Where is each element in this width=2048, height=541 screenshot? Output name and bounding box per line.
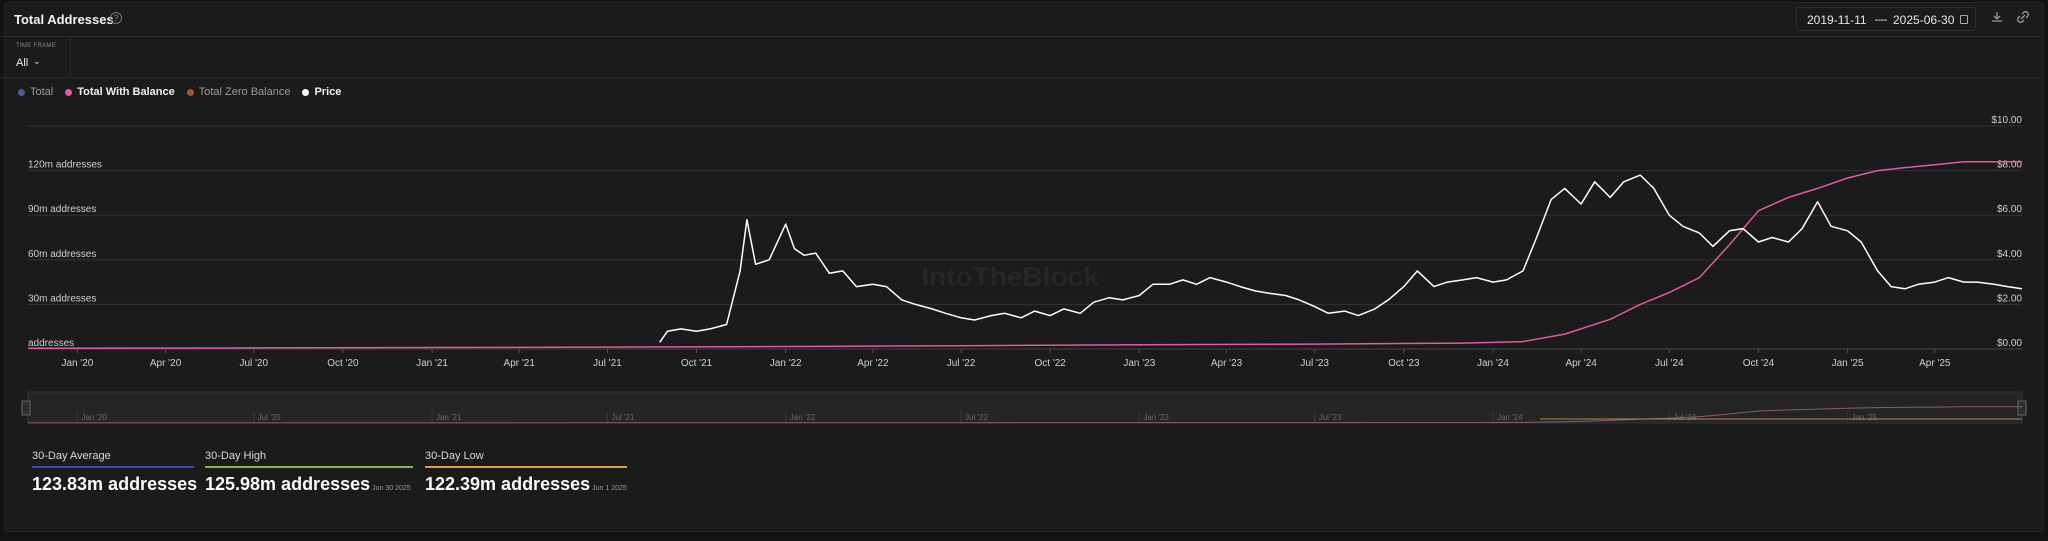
navigator-tick-label: Jul '23 xyxy=(1319,413,1342,422)
x-tick-label: Apr '21 xyxy=(504,358,536,369)
stat-30-day-high: 30-Day High 125.98m addresses Jun 30 2025 xyxy=(205,450,413,495)
navigator-tick-label: Jan '21 xyxy=(436,413,462,422)
y-left-tick-label: addresses xyxy=(28,338,74,349)
series-line-total-with-balance xyxy=(27,160,2022,350)
x-tick-label: Jan '20 xyxy=(61,358,93,369)
stat-bar xyxy=(32,466,194,468)
stat-30-day-average: 30-Day Average 123.83m addresses xyxy=(32,450,197,495)
stat-label: 30-Day High xyxy=(205,450,267,462)
x-tick-label: Jan '22 xyxy=(770,358,802,369)
stat-date: Jun 30 2025 xyxy=(372,485,411,492)
stat-value: 122.39m addresses Jun 1 2025 xyxy=(425,474,627,495)
navigator-track xyxy=(27,391,2023,424)
x-tick-label: Oct '21 xyxy=(681,358,713,369)
navigator-handle-right[interactable] xyxy=(2017,400,2027,416)
x-tick-label: Jan '24 xyxy=(1477,358,1509,369)
y-left-tick-label: 90m addresses xyxy=(28,204,96,215)
stat-value-text: 122.39m addresses xyxy=(425,474,591,494)
y-left-tick-label: 120m addresses xyxy=(28,160,102,171)
y-right-tick-label: $2.00 xyxy=(1997,293,2022,304)
x-tick-label: Jan '25 xyxy=(1832,358,1864,369)
navigator-tick-label: Jan '20 xyxy=(81,413,107,422)
x-tick-label: Jul '20 xyxy=(239,358,268,369)
chart-svg[interactable]: $0.00$2.00$4.00$6.00$8.00$10.00addresses… xyxy=(0,0,2048,440)
stat-label: 30-Day Low xyxy=(425,450,484,462)
y-right-tick-label: $10.00 xyxy=(1991,115,2022,126)
stat-bar xyxy=(205,466,413,468)
x-tick-label: Jul '23 xyxy=(1300,358,1329,369)
stat-value-text: 125.98m addresses xyxy=(205,474,371,494)
x-tick-label: Apr '20 xyxy=(150,358,182,369)
x-tick-label: Oct '23 xyxy=(1388,358,1420,369)
navigator-tick-label: Jan '24 xyxy=(1497,413,1523,422)
y-left-tick-label: 30m addresses xyxy=(28,293,96,304)
navigator-tick-label: Jul '22 xyxy=(965,413,988,422)
x-tick-label: Oct '24 xyxy=(1743,358,1775,369)
stat-bar xyxy=(425,466,627,468)
x-tick-label: Jan '23 xyxy=(1123,358,1155,369)
navigator-tick-label: Jul '21 xyxy=(611,413,634,422)
stat-date: Jun 1 2025 xyxy=(592,485,627,492)
stat-value: 123.83m addresses xyxy=(32,474,197,495)
x-tick-label: Oct '22 xyxy=(1035,358,1067,369)
stat-label: 30-Day Average xyxy=(32,450,111,462)
y-right-tick-label: $6.00 xyxy=(1997,204,2022,215)
series-line-price xyxy=(659,174,2023,343)
y-left-tick-label: 60m addresses xyxy=(28,249,96,260)
navigator-handle-left[interactable] xyxy=(21,400,31,416)
x-tick-label: Jan '21 xyxy=(416,358,448,369)
x-tick-label: Apr '25 xyxy=(1919,358,1951,369)
stat-value-text: 123.83m addresses xyxy=(32,474,198,494)
x-tick-label: Apr '22 xyxy=(857,358,889,369)
watermark: IntoTheBlock xyxy=(921,261,1099,292)
y-right-tick-label: $0.00 xyxy=(1997,338,2022,349)
navigator-tick-label: Jul '20 xyxy=(258,413,281,422)
y-right-tick-label: $4.00 xyxy=(1997,249,2022,260)
navigator-tick-label: Jan '22 xyxy=(790,413,816,422)
x-tick-label: Jul '21 xyxy=(593,358,622,369)
x-tick-label: Jul '24 xyxy=(1655,358,1684,369)
x-tick-label: Jul '22 xyxy=(947,358,976,369)
x-tick-label: Apr '24 xyxy=(1565,358,1597,369)
stat-30-day-low: 30-Day Low 122.39m addresses Jun 1 2025 xyxy=(425,450,627,495)
stat-value: 125.98m addresses Jun 30 2025 xyxy=(205,474,413,495)
navigator-tick-label: Jan '25 xyxy=(1852,413,1878,422)
navigator-tick-label: Jan '23 xyxy=(1143,413,1169,422)
x-tick-label: Oct '20 xyxy=(327,358,359,369)
x-tick-label: Apr '23 xyxy=(1211,358,1243,369)
